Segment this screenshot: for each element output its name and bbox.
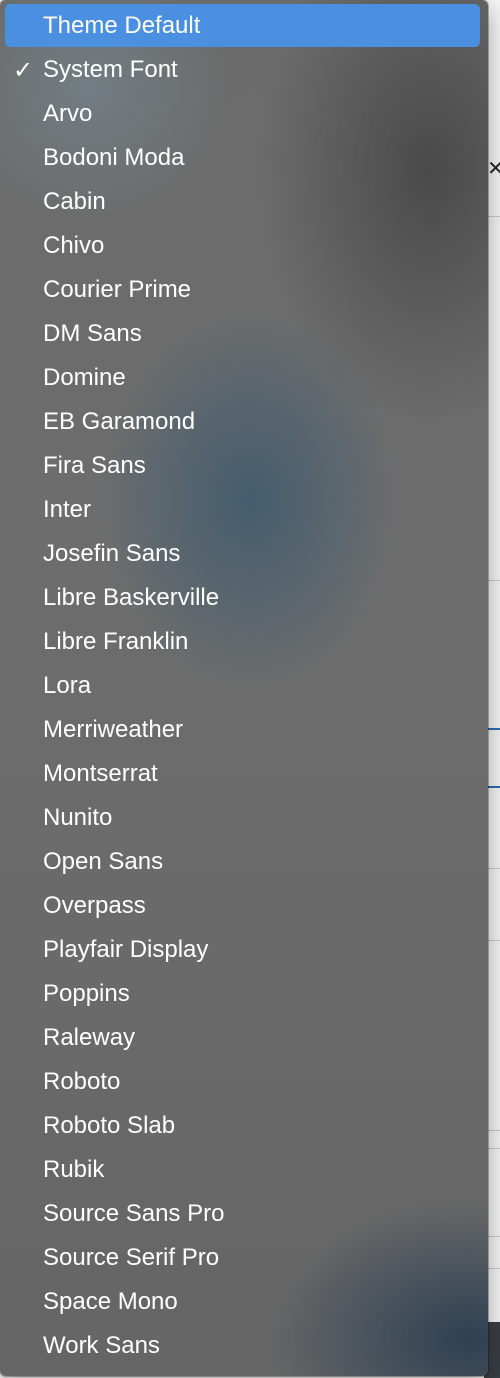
font-option-label: Roboto Slab: [43, 1112, 176, 1139]
font-option-space-mono[interactable]: Space Mono: [5, 1280, 480, 1324]
font-option-theme-default[interactable]: Theme Default: [5, 4, 480, 47]
font-option-label: Nunito: [43, 804, 113, 831]
font-option-label: Inter: [43, 496, 92, 523]
font-option-label: Courier Prime: [43, 276, 192, 303]
font-option-system-font[interactable]: ✓ System Font: [5, 48, 480, 92]
font-option-source-serif-pro[interactable]: Source Serif Pro: [5, 1236, 480, 1280]
font-dropdown-menu: Theme Default ✓ System Font Arvo Bodoni Moda…: [0, 0, 488, 1376]
font-option-label: Libre Baskerville: [43, 584, 220, 611]
font-option-inter[interactable]: Inter: [5, 488, 480, 532]
font-option-libre-baskerville[interactable]: Libre Baskerville: [5, 576, 480, 620]
font-option-label: Domine: [43, 364, 126, 391]
font-option-label: Chivo: [43, 232, 105, 259]
font-option-raleway[interactable]: Raleway: [5, 1016, 480, 1060]
page-accent-line: [486, 728, 500, 730]
font-option-label: DM Sans: [43, 320, 142, 347]
font-option-roboto-slab[interactable]: Roboto Slab: [5, 1104, 480, 1148]
font-option-work-sans[interactable]: Work Sans: [5, 1324, 480, 1368]
font-option-dm-sans[interactable]: DM Sans: [5, 312, 480, 356]
font-option-label: Open Sans: [43, 848, 164, 875]
font-option-label: Space Mono: [43, 1288, 178, 1315]
font-option-label: Source Serif Pro: [43, 1244, 220, 1271]
font-option-label: Rubik: [43, 1156, 105, 1183]
font-option-courier-prime[interactable]: Courier Prime: [5, 268, 480, 312]
page-accent-line: [486, 786, 500, 788]
font-option-bodoni-moda[interactable]: Bodoni Moda: [5, 136, 480, 180]
close-icon[interactable]: ✕: [487, 156, 500, 181]
font-option-label: Source Sans Pro: [43, 1200, 225, 1227]
font-option-josefin-sans[interactable]: Josefin Sans: [5, 532, 480, 576]
font-option-label: Work Sans: [43, 1332, 160, 1359]
font-option-label: Overpass: [43, 892, 146, 919]
font-option-arvo[interactable]: Arvo: [5, 92, 480, 136]
font-option-label: Libre Franklin: [43, 628, 189, 655]
font-option-overpass[interactable]: Overpass: [5, 884, 480, 928]
font-option-label: System Font: [43, 56, 178, 83]
font-option-open-sans[interactable]: Open Sans: [5, 840, 480, 884]
font-option-label: Montserrat: [43, 760, 158, 787]
font-option-fira-sans[interactable]: Fira Sans: [5, 444, 480, 488]
font-option-playfair-display[interactable]: Playfair Display: [5, 928, 480, 972]
font-option-rubik[interactable]: Rubik: [5, 1148, 480, 1192]
font-option-label: EB Garamond: [43, 408, 196, 435]
font-option-label: Josefin Sans: [43, 540, 181, 567]
font-option-label: Playfair Display: [43, 936, 209, 963]
font-option-merriweather[interactable]: Merriweather: [5, 708, 480, 752]
font-option-label: Merriweather: [43, 716, 184, 743]
font-options-list: Theme Default ✓ System Font Arvo Bodoni Moda…: [5, 4, 480, 1368]
font-option-label: Raleway: [43, 1024, 136, 1051]
font-option-libre-franklin[interactable]: Libre Franklin: [5, 620, 480, 664]
font-option-label: Roboto: [43, 1068, 121, 1095]
font-option-chivo[interactable]: Chivo: [5, 224, 480, 268]
font-option-montserrat[interactable]: Montserrat: [5, 752, 480, 796]
font-option-label: Lora: [43, 672, 92, 699]
font-option-nunito[interactable]: Nunito: [5, 796, 480, 840]
font-option-label: Theme Default: [43, 12, 201, 39]
font-option-lora[interactable]: Lora: [5, 664, 480, 708]
font-option-domine[interactable]: Domine: [5, 356, 480, 400]
font-option-roboto[interactable]: Roboto: [5, 1060, 480, 1104]
font-option-label: Bodoni Moda: [43, 144, 185, 171]
font-option-poppins[interactable]: Poppins: [5, 972, 480, 1016]
font-option-label: Cabin: [43, 188, 106, 215]
font-option-label: Fira Sans: [43, 452, 146, 479]
font-option-source-sans-pro[interactable]: Source Sans Pro: [5, 1192, 480, 1236]
font-option-label: Arvo: [43, 100, 93, 127]
font-option-eb-garamond[interactable]: EB Garamond: [5, 400, 480, 444]
checkmark-icon: ✓: [13, 56, 34, 84]
font-option-cabin[interactable]: Cabin: [5, 180, 480, 224]
font-option-label: Poppins: [43, 980, 130, 1007]
